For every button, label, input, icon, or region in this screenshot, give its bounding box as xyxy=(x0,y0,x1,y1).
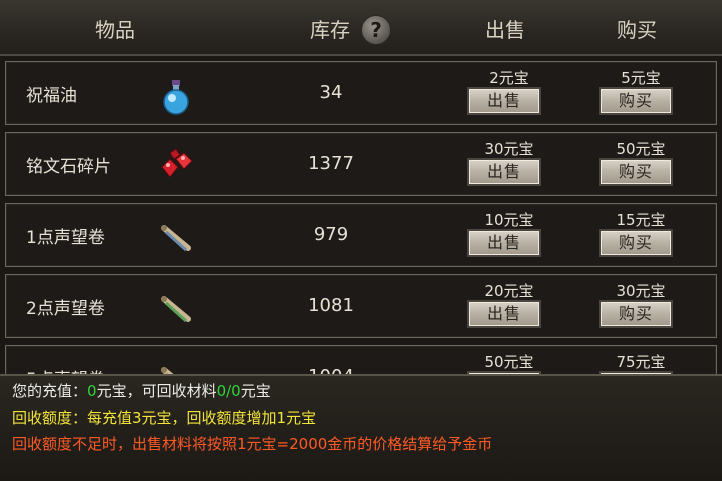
warning-line: 回收额度不足时，出售材料将按照1元宝=2000金币的价格结算给予金币 xyxy=(12,435,493,453)
sell-button[interactable]: 出售 xyxy=(467,87,541,115)
item-list[interactable]: 祝福油 34 2元宝 5元宝 出售 购买 铭文石碎片 1377 30元宝 50元… xyxy=(0,56,722,374)
sell-price: 20元宝 xyxy=(484,282,534,300)
recharge-value: 0 xyxy=(87,382,97,400)
shop-panel: 物品 库存 ? 出售 购买 祝福油 34 2元宝 5元宝 出售 购买 铭文石碎片 xyxy=(0,0,722,481)
col-header-sell: 出售 xyxy=(485,18,525,42)
buy-price: 75元宝 xyxy=(616,353,666,371)
buy-price: 30元宝 xyxy=(616,282,666,300)
item-stock: 979 xyxy=(313,224,349,245)
item-stock: 1081 xyxy=(308,295,354,316)
item-name: 铭文石碎片 xyxy=(26,157,111,177)
table-header: 物品 库存 ? 出售 购买 xyxy=(0,0,722,56)
recharge-prefix: 您的充值： xyxy=(12,382,88,400)
table-row: 1点声望卷 979 10元宝 15元宝 出售 购买 xyxy=(5,203,717,267)
sell-button[interactable]: 出售 xyxy=(467,300,541,328)
buy-price: 50元宝 xyxy=(616,140,666,158)
sell-price: 50元宝 xyxy=(484,353,534,371)
blue-potion-icon xyxy=(163,80,189,115)
item-name: 1点声望卷 xyxy=(26,228,105,248)
table-row: 祝福油 34 2元宝 5元宝 出售 购买 xyxy=(5,61,717,125)
sell-price: 2元宝 xyxy=(489,69,529,87)
item-name: 2点声望卷 xyxy=(26,299,105,319)
buy-button[interactable]: 购买 xyxy=(599,87,673,115)
sell-price: 30元宝 xyxy=(484,140,534,158)
item-name: 5点声望卷 xyxy=(26,346,105,374)
col-header-buy: 购买 xyxy=(617,18,657,42)
buy-button[interactable]: 购买 xyxy=(599,158,673,186)
table-row: 5点声望卷 1004 50元宝 75元宝 出售 购买 xyxy=(5,345,717,374)
buy-button[interactable]: 购买 xyxy=(599,300,673,328)
item-name: 祝福油 xyxy=(26,86,77,106)
table-row: 铭文石碎片 1377 30元宝 50元宝 出售 购买 xyxy=(5,132,717,196)
scroll-icon xyxy=(161,367,174,374)
item-stock: 1377 xyxy=(308,153,354,174)
table-row: 2点声望卷 1081 20元宝 30元宝 出售 购买 xyxy=(5,274,717,338)
scroll-icon xyxy=(161,296,191,323)
red-gem-shards-icon xyxy=(161,148,193,178)
recycle-value: 0/0 xyxy=(216,382,241,400)
item-stock: 34 xyxy=(319,82,343,103)
buy-button[interactable]: 购买 xyxy=(599,229,673,257)
sell-price: 10元宝 xyxy=(484,211,534,229)
sell-button[interactable]: 出售 xyxy=(467,158,541,186)
help-icon[interactable]: ? xyxy=(361,15,391,45)
buy-price: 15元宝 xyxy=(616,211,666,229)
scroll-icon xyxy=(161,225,191,252)
col-header-stock: 库存 xyxy=(310,18,350,42)
item-stock: 1004 xyxy=(281,346,381,374)
quota-line: 回收额度：每充值3元宝，回收额度增加1元宝 xyxy=(12,409,317,427)
sell-button[interactable]: 出售 xyxy=(467,229,541,257)
col-header-item: 物品 xyxy=(95,18,135,42)
recharge-mid: 元宝，可回收材料 xyxy=(96,382,217,400)
recharge-line: 您的充值：0元宝，可回收材料0/0元宝 xyxy=(12,380,271,401)
info-footer: 您的充值：0元宝，可回收材料0/0元宝 回收额度：每充值3元宝，回收额度增加1元… xyxy=(0,374,722,481)
buy-price: 5元宝 xyxy=(621,69,661,87)
recharge-suffix: 元宝 xyxy=(240,382,271,400)
